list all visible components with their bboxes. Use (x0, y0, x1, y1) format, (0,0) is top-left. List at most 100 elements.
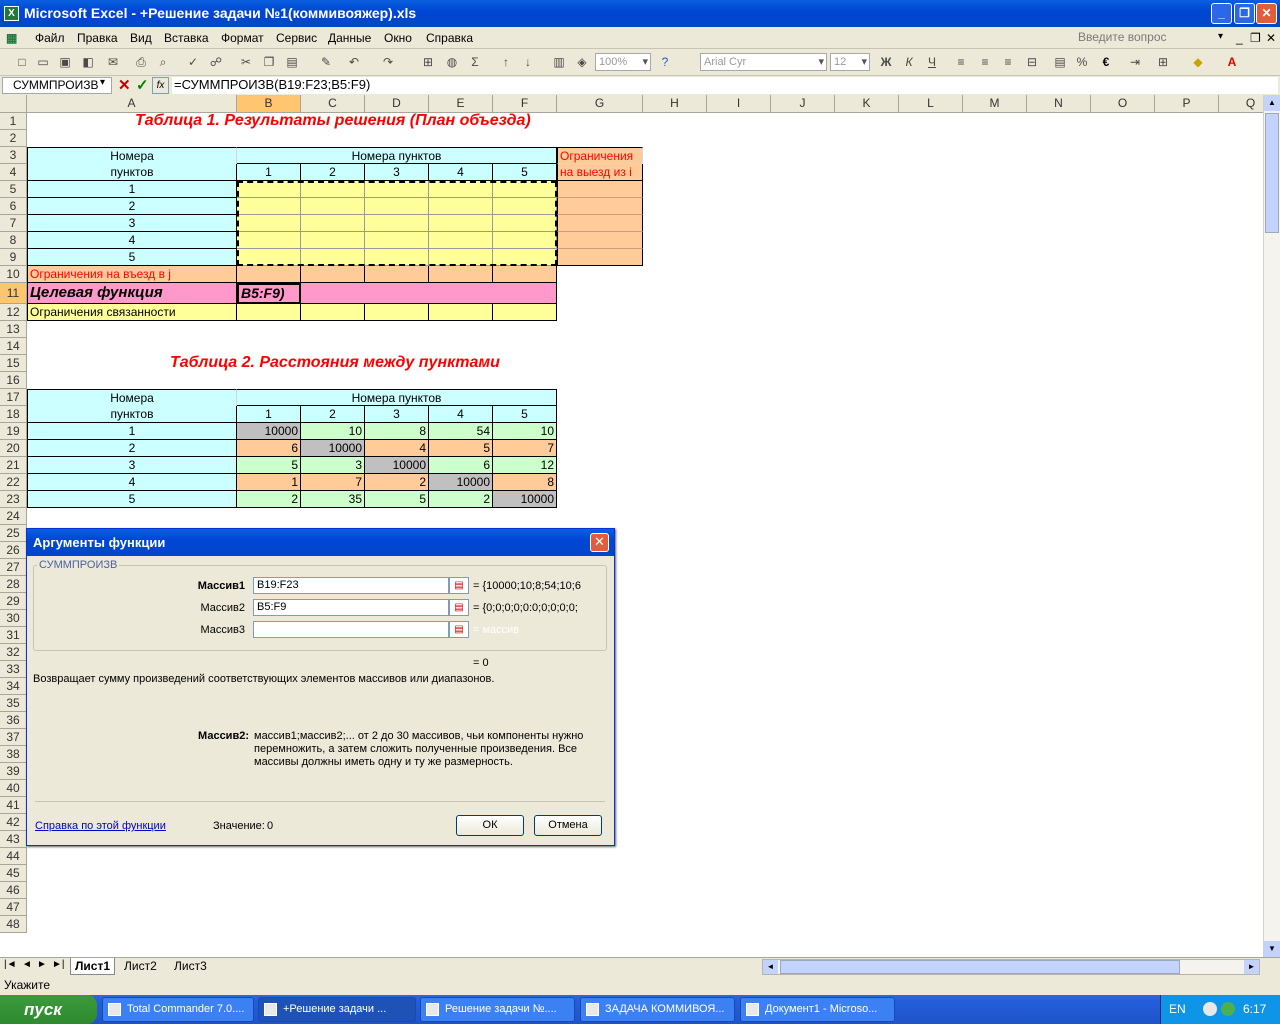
open-icon[interactable]: ▭ (35, 54, 51, 70)
zoom-select[interactable]: 100% (595, 53, 651, 71)
ogr-link-cell[interactable] (301, 304, 365, 321)
format-painter-icon[interactable]: ✎ (318, 54, 334, 70)
row-header[interactable]: 31 (0, 627, 27, 644)
next-sheet-icon[interactable]: ► (37, 959, 47, 970)
bold-icon[interactable]: Ж (878, 54, 894, 70)
plan-cell[interactable] (301, 232, 365, 249)
row-header[interactable]: 6 (0, 198, 27, 215)
table2-header-punktov[interactable]: пунктов (27, 406, 237, 423)
ogr-entry-cell[interactable] (237, 266, 301, 283)
ogr-link-label[interactable]: Ограничения связанности (27, 304, 237, 321)
distance-cell[interactable]: 10000 (429, 474, 493, 491)
ogr-link-cell[interactable] (237, 304, 301, 321)
distance-cell[interactable]: 8 (365, 423, 429, 440)
table1-header-ogr2[interactable]: на выезд из i (557, 164, 643, 181)
column-header-i[interactable]: I (707, 95, 771, 113)
ogr-entry-cell[interactable] (301, 266, 365, 283)
fill-color-icon[interactable]: ◆ (1190, 54, 1206, 70)
plan-cell[interactable] (301, 215, 365, 232)
plan-cell[interactable] (493, 198, 557, 215)
plan-cell[interactable] (493, 215, 557, 232)
row-header[interactable]: 32 (0, 644, 27, 661)
table2-header-nomera[interactable]: Номера (27, 389, 237, 406)
menu-view[interactable]: Вид (130, 31, 152, 45)
column-header-e[interactable]: E (429, 95, 493, 113)
ogr-exit-cell[interactable] (557, 232, 643, 249)
distance-cell[interactable]: 5 (429, 440, 493, 457)
table1-header-nomera-punktov[interactable]: Номера пунктов (237, 147, 557, 164)
plan-cell[interactable] (301, 181, 365, 198)
plan-cell[interactable] (237, 249, 301, 266)
column-header-f[interactable]: F (493, 95, 557, 113)
row-header[interactable]: 19 (0, 423, 27, 440)
plan-cell[interactable] (493, 249, 557, 266)
column-header-g[interactable]: G (557, 95, 643, 113)
insert-function-icon[interactable]: fx (152, 77, 169, 94)
distance-cell[interactable]: 10 (493, 423, 557, 440)
doc-close-icon[interactable]: ✕ (1266, 31, 1276, 45)
row-header[interactable]: 5 (0, 181, 27, 198)
row-header[interactable]: 30 (0, 610, 27, 627)
scroll-left-icon[interactable]: ◄ (763, 960, 778, 974)
workbook-icon[interactable]: ▦ (6, 31, 17, 45)
plan-cell[interactable] (237, 215, 301, 232)
active-cell[interactable]: B5:F9) (237, 283, 301, 304)
menu-help[interactable]: Справка (426, 31, 473, 45)
sort-desc-icon[interactable]: ↓ (520, 54, 536, 70)
table1-col-index[interactable]: 3 (365, 164, 429, 181)
ogr-link-cell[interactable] (429, 304, 493, 321)
row-header[interactable]: 45 (0, 865, 27, 882)
column-header-h[interactable]: H (643, 95, 707, 113)
plan-cell[interactable] (493, 181, 557, 198)
euro-icon[interactable]: € (1098, 54, 1114, 70)
table1-row-index[interactable]: 1 (27, 181, 237, 198)
function-help-link[interactable]: Справка по этой функции (35, 820, 166, 832)
table2-col-index[interactable]: 3 (365, 406, 429, 423)
column-header-p[interactable]: P (1155, 95, 1219, 113)
task-excel-active[interactable]: +Решение задачи ... (258, 997, 416, 1022)
row-header[interactable]: 8 (0, 232, 27, 249)
start-button[interactable]: пуск (0, 995, 97, 1024)
column-header-b[interactable]: B (237, 95, 301, 113)
prev-sheet-icon[interactable]: ◄ (22, 959, 32, 970)
row-header[interactable]: 34 (0, 678, 27, 695)
row-header[interactable]: 11 (0, 283, 27, 304)
table1-row-index[interactable]: 5 (27, 249, 237, 266)
tab-sheet2[interactable]: Лист2 (120, 958, 161, 975)
plan-cell[interactable] (237, 181, 301, 198)
copy-icon[interactable]: ❐ (261, 54, 277, 70)
task-word-2[interactable]: Документ1 - Microso... (740, 997, 895, 1022)
table1-row-index[interactable]: 2 (27, 198, 237, 215)
row-header[interactable]: 40 (0, 780, 27, 797)
minimize-button[interactable]: _ (1211, 3, 1232, 24)
row-header[interactable]: 14 (0, 338, 27, 355)
row-header[interactable]: 43 (0, 831, 27, 848)
distance-cell[interactable]: 1 (237, 474, 301, 491)
distance-cell[interactable]: 7 (493, 440, 557, 457)
table2-row-index[interactable]: 5 (27, 491, 237, 508)
row-header[interactable]: 24 (0, 508, 27, 525)
cancel-icon[interactable]: ✕ (118, 76, 131, 94)
borders-icon[interactable]: ⊞ (1155, 54, 1171, 70)
column-header-d[interactable]: D (365, 95, 429, 113)
menu-edit[interactable]: Правка (77, 31, 118, 45)
row-header[interactable]: 18 (0, 406, 27, 423)
row-header[interactable]: 29 (0, 593, 27, 610)
name-box-dropdown-icon[interactable]: ▾ (100, 77, 105, 88)
paste-icon[interactable]: ▤ (284, 54, 300, 70)
row-header[interactable]: 20 (0, 440, 27, 457)
table1-col-index[interactable]: 4 (429, 164, 493, 181)
table1-col-index[interactable]: 2 (301, 164, 365, 181)
email-icon[interactable]: ✉ (105, 54, 121, 70)
row-header[interactable]: 17 (0, 389, 27, 406)
row-header[interactable]: 26 (0, 542, 27, 559)
row-header[interactable]: 9 (0, 249, 27, 266)
align-right-icon[interactable]: ≡ (1000, 54, 1016, 70)
column-header-a[interactable]: A (27, 95, 237, 113)
column-header-c[interactable]: C (301, 95, 365, 113)
redo-icon[interactable]: ↷ (380, 54, 396, 70)
row-header[interactable]: 25 (0, 525, 27, 542)
doc-minimize-icon[interactable]: _ (1236, 31, 1243, 45)
row-header[interactable]: 47 (0, 899, 27, 916)
table1-header-punktov[interactable]: пунктов (27, 164, 237, 181)
